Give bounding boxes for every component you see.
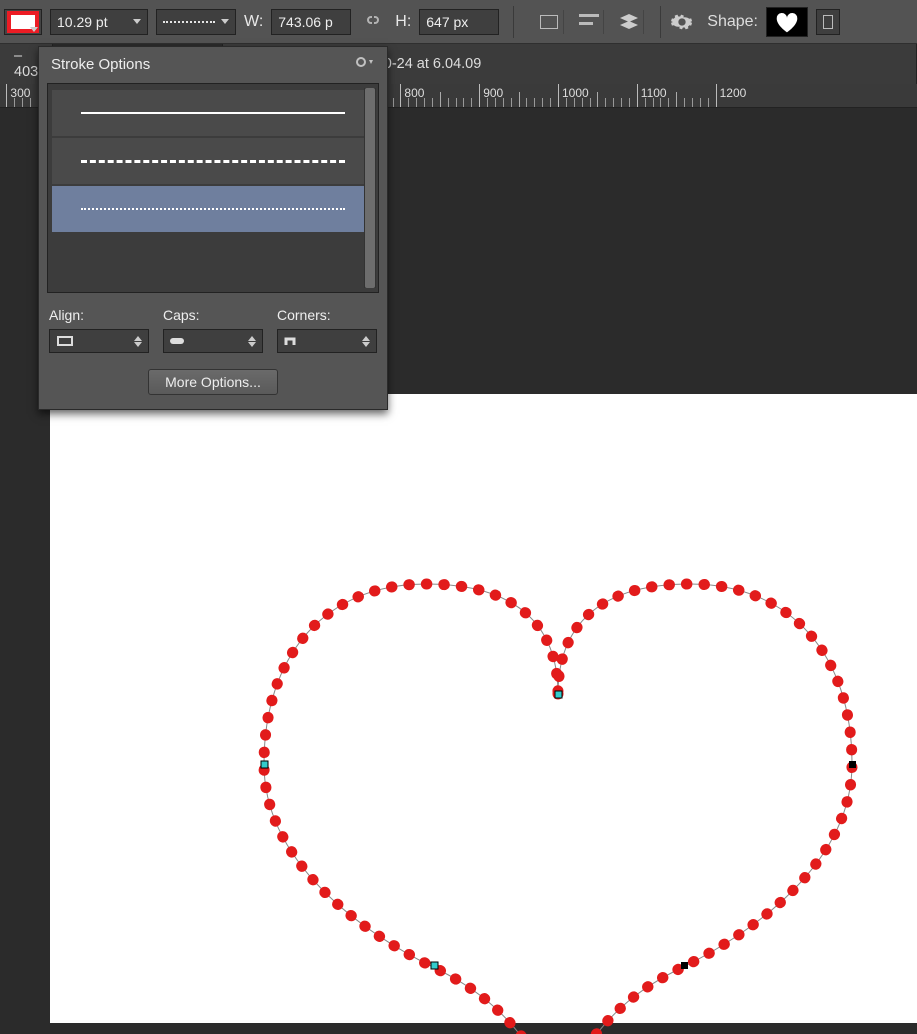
shape-swatch-extra[interactable]	[816, 9, 840, 35]
shape-picker[interactable]	[766, 7, 808, 37]
additional-settings-icon[interactable]	[671, 11, 693, 33]
tab-label: –403	[14, 48, 38, 80]
stroke-width-field[interactable]: 10.29 pt	[50, 9, 148, 35]
align-dropdown[interactable]	[49, 329, 149, 353]
link-dimensions-icon[interactable]	[359, 12, 387, 31]
more-options-label: More Options...	[165, 374, 261, 390]
stroke-style-dropdown[interactable]	[156, 9, 236, 35]
corners-label: Corners:	[277, 307, 377, 323]
dotted-line-icon	[163, 21, 215, 23]
stroke-preset-dotted[interactable]	[52, 186, 374, 232]
stroke-width-value: 10.29 pt	[57, 14, 108, 30]
height-value: 647 px	[426, 14, 468, 30]
path-mode-icon[interactable]	[534, 10, 564, 34]
stroke-options-panel: Stroke Options Align: Caps: Corners:	[38, 46, 388, 410]
panel-title: Stroke Options	[51, 56, 150, 73]
height-label: H:	[395, 13, 411, 31]
stroke-preset-solid[interactable]	[52, 90, 374, 136]
stroke-preset-dashed[interactable]	[52, 138, 374, 184]
width-label: W:	[244, 13, 263, 31]
corners-dropdown[interactable]	[277, 329, 377, 353]
panel-menu-icon[interactable]	[355, 55, 375, 73]
caps-dropdown[interactable]	[163, 329, 263, 353]
panel-header: Stroke Options	[39, 47, 387, 83]
options-bar: 10.29 pt W: 743.06 p H: 647 px Shape:	[0, 0, 917, 44]
caps-label: Caps:	[163, 307, 263, 323]
stroke-color-swatch[interactable]	[4, 9, 42, 35]
scrollbar[interactable]	[364, 88, 376, 288]
stroke-preset-list	[47, 83, 379, 293]
path-align-icon[interactable]	[574, 10, 604, 34]
align-label: Align:	[49, 307, 149, 323]
height-field[interactable]: 647 px	[419, 9, 499, 35]
path-arrange-icon[interactable]	[614, 10, 644, 34]
shape-label: Shape:	[707, 13, 758, 31]
path-operations-group	[528, 10, 650, 34]
stroke-settings-row: Align: Caps: Corners:	[39, 293, 387, 359]
width-field[interactable]: 743.06 p	[271, 9, 351, 35]
more-options-button[interactable]: More Options...	[148, 369, 278, 395]
width-value: 743.06 p	[278, 14, 333, 30]
